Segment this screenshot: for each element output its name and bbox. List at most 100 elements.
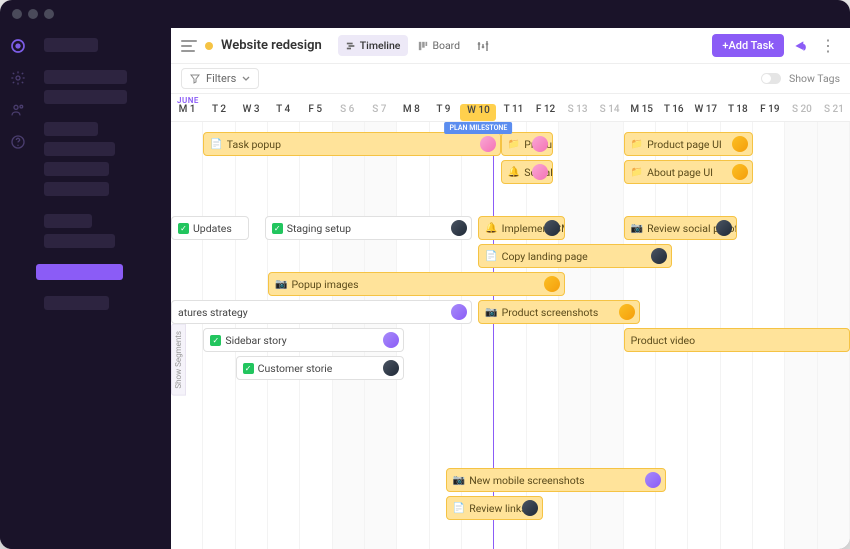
task-label: Sidebar story [225, 334, 286, 347]
sidebar-item[interactable] [44, 70, 127, 84]
sidebar-item[interactable] [44, 38, 98, 52]
task-bar[interactable]: ✓Customer storie [236, 356, 404, 380]
task-label: Customer storie [258, 362, 333, 375]
view-timeline-button[interactable]: Timeline [338, 35, 409, 56]
timeline-day[interactable]: T 2 [203, 104, 235, 121]
timeline-day[interactable]: S 14 [594, 104, 626, 121]
users-icon[interactable] [10, 102, 26, 118]
assignee-avatar[interactable] [383, 332, 399, 348]
timeline-day[interactable]: T 18 [722, 104, 754, 121]
sidebar-item[interactable] [44, 214, 92, 228]
task-bar[interactable]: 📷Review social proof [624, 216, 737, 240]
timeline-day[interactable]: W 3 [235, 104, 267, 121]
timeline-day[interactable]: S 6 [331, 104, 363, 121]
timeline-icon [346, 41, 356, 51]
task-label: Staging setup [287, 222, 351, 235]
task-bar[interactable]: 📷New mobile screenshots [446, 468, 666, 492]
milestone-badge: PLAN MILESTONE [445, 122, 513, 134]
task-bar[interactable]: 📄 Copy landing page [478, 244, 672, 268]
sidebar-item[interactable] [44, 296, 109, 310]
assignee-avatar[interactable] [651, 248, 667, 264]
task-label: Copy landing page [502, 250, 588, 263]
more-icon[interactable]: ⋮ [816, 36, 840, 55]
timeline-day[interactable]: W 10PLAN MILESTONE [460, 104, 496, 121]
task-bar[interactable]: ✓Staging setup [265, 216, 472, 240]
view-board-button[interactable]: Board [410, 35, 468, 56]
sidebar-item[interactable] [44, 182, 109, 196]
help-icon[interactable] [10, 134, 26, 150]
timeline-day[interactable]: W 17 [690, 104, 722, 121]
add-task-button[interactable]: +Add Task [712, 34, 784, 57]
sidebar-item-active[interactable] [36, 264, 123, 280]
timeline-day[interactable]: T 9 [427, 104, 459, 121]
assignee-avatar[interactable] [532, 136, 548, 152]
task-bar[interactable]: 📁Product page UI [624, 132, 753, 156]
assignee-avatar[interactable] [716, 220, 732, 236]
task-bar[interactable]: Product video [624, 328, 850, 352]
timeline-day[interactable]: T 11 [497, 104, 529, 121]
task-bar[interactable]: 📄Review links [446, 496, 543, 520]
task-bar[interactable]: 📷Product screenshots [478, 300, 640, 324]
assignee-avatar[interactable] [480, 136, 496, 152]
timeline-day[interactable]: F 12 [530, 104, 562, 121]
timeline-day[interactable]: S 21 [818, 104, 850, 121]
timeline-day[interactable]: M 15 [626, 104, 658, 121]
assignee-avatar[interactable] [383, 360, 399, 376]
show-tags-toggle[interactable] [761, 73, 781, 84]
logo-icon[interactable] [10, 38, 26, 54]
traffic-light-close[interactable] [12, 9, 22, 19]
traffic-light-max[interactable] [44, 9, 54, 19]
assignee-avatar[interactable] [451, 304, 467, 320]
menu-icon[interactable] [181, 40, 197, 52]
assignee-avatar[interactable] [619, 304, 635, 320]
timeline-view[interactable]: JUNE M 1T 2W 3T 4F 5S 6S 7M 8T 9W 10PLAN… [171, 94, 850, 549]
task-label: New mobile screenshots [469, 474, 584, 487]
timeline-day[interactable]: F 5 [299, 104, 331, 121]
sidebar-item[interactable] [44, 90, 127, 104]
share-icon[interactable] [792, 38, 808, 54]
task-type-icon: 📷 [631, 223, 643, 234]
sidebar-item[interactable] [44, 122, 98, 136]
filters-button[interactable]: Filters [181, 68, 259, 89]
timeline-day[interactable]: S 20 [786, 104, 818, 121]
assignee-avatar[interactable] [532, 164, 548, 180]
sidebar-item[interactable] [44, 234, 115, 248]
show-tags-label: Show Tags [789, 72, 840, 85]
settings-icon[interactable] [476, 39, 490, 53]
sidebar-item[interactable] [44, 142, 115, 156]
view-timeline-label: Timeline [360, 39, 401, 52]
task-label: Task popup [227, 138, 281, 151]
task-bar[interactable]: 🔔Social [501, 160, 553, 184]
task-label: Popup images [291, 278, 358, 291]
timeline-day[interactable]: F 19 [754, 104, 786, 121]
task-bar[interactable]: ✓Sidebar story [203, 328, 403, 352]
task-bar[interactable]: atures strategy [171, 300, 472, 324]
assignee-avatar[interactable] [732, 164, 748, 180]
task-type-icon: 📷 [485, 307, 497, 318]
assignee-avatar[interactable] [544, 276, 560, 292]
task-bar[interactable]: 📁Produc [501, 132, 553, 156]
task-type-icon: 📄 [485, 251, 497, 262]
task-bar[interactable]: 📁About page UI [624, 160, 753, 184]
sidebar-item[interactable] [44, 162, 109, 176]
timeline-day[interactable]: S 7 [363, 104, 395, 121]
app-window: Website redesign Timeline Board +Add Tas… [0, 0, 850, 549]
timeline-day[interactable]: M 8 [395, 104, 427, 121]
task-bar[interactable]: 📄 Task popup [203, 132, 500, 156]
task-bar[interactable]: 📷Popup images [268, 272, 565, 296]
gear-icon[interactable] [10, 70, 26, 86]
task-bar[interactable]: 🔔Implement CMS [478, 216, 565, 240]
assignee-avatar[interactable] [522, 500, 538, 516]
assignee-avatar[interactable] [645, 472, 661, 488]
assignee-avatar[interactable] [451, 220, 467, 236]
timeline-day[interactable]: T 16 [658, 104, 690, 121]
timeline-day[interactable]: S 13 [562, 104, 594, 121]
task-type-icon: 📄 [210, 139, 222, 150]
timeline-day[interactable]: M 1 [171, 104, 203, 121]
task-bar[interactable]: ✓Updates [171, 216, 249, 240]
task-label: About page UI [647, 166, 713, 179]
traffic-light-min[interactable] [28, 9, 38, 19]
timeline-day[interactable]: T 4 [267, 104, 299, 121]
task-label: Product page UI [647, 138, 722, 151]
assignee-avatar[interactable] [732, 136, 748, 152]
